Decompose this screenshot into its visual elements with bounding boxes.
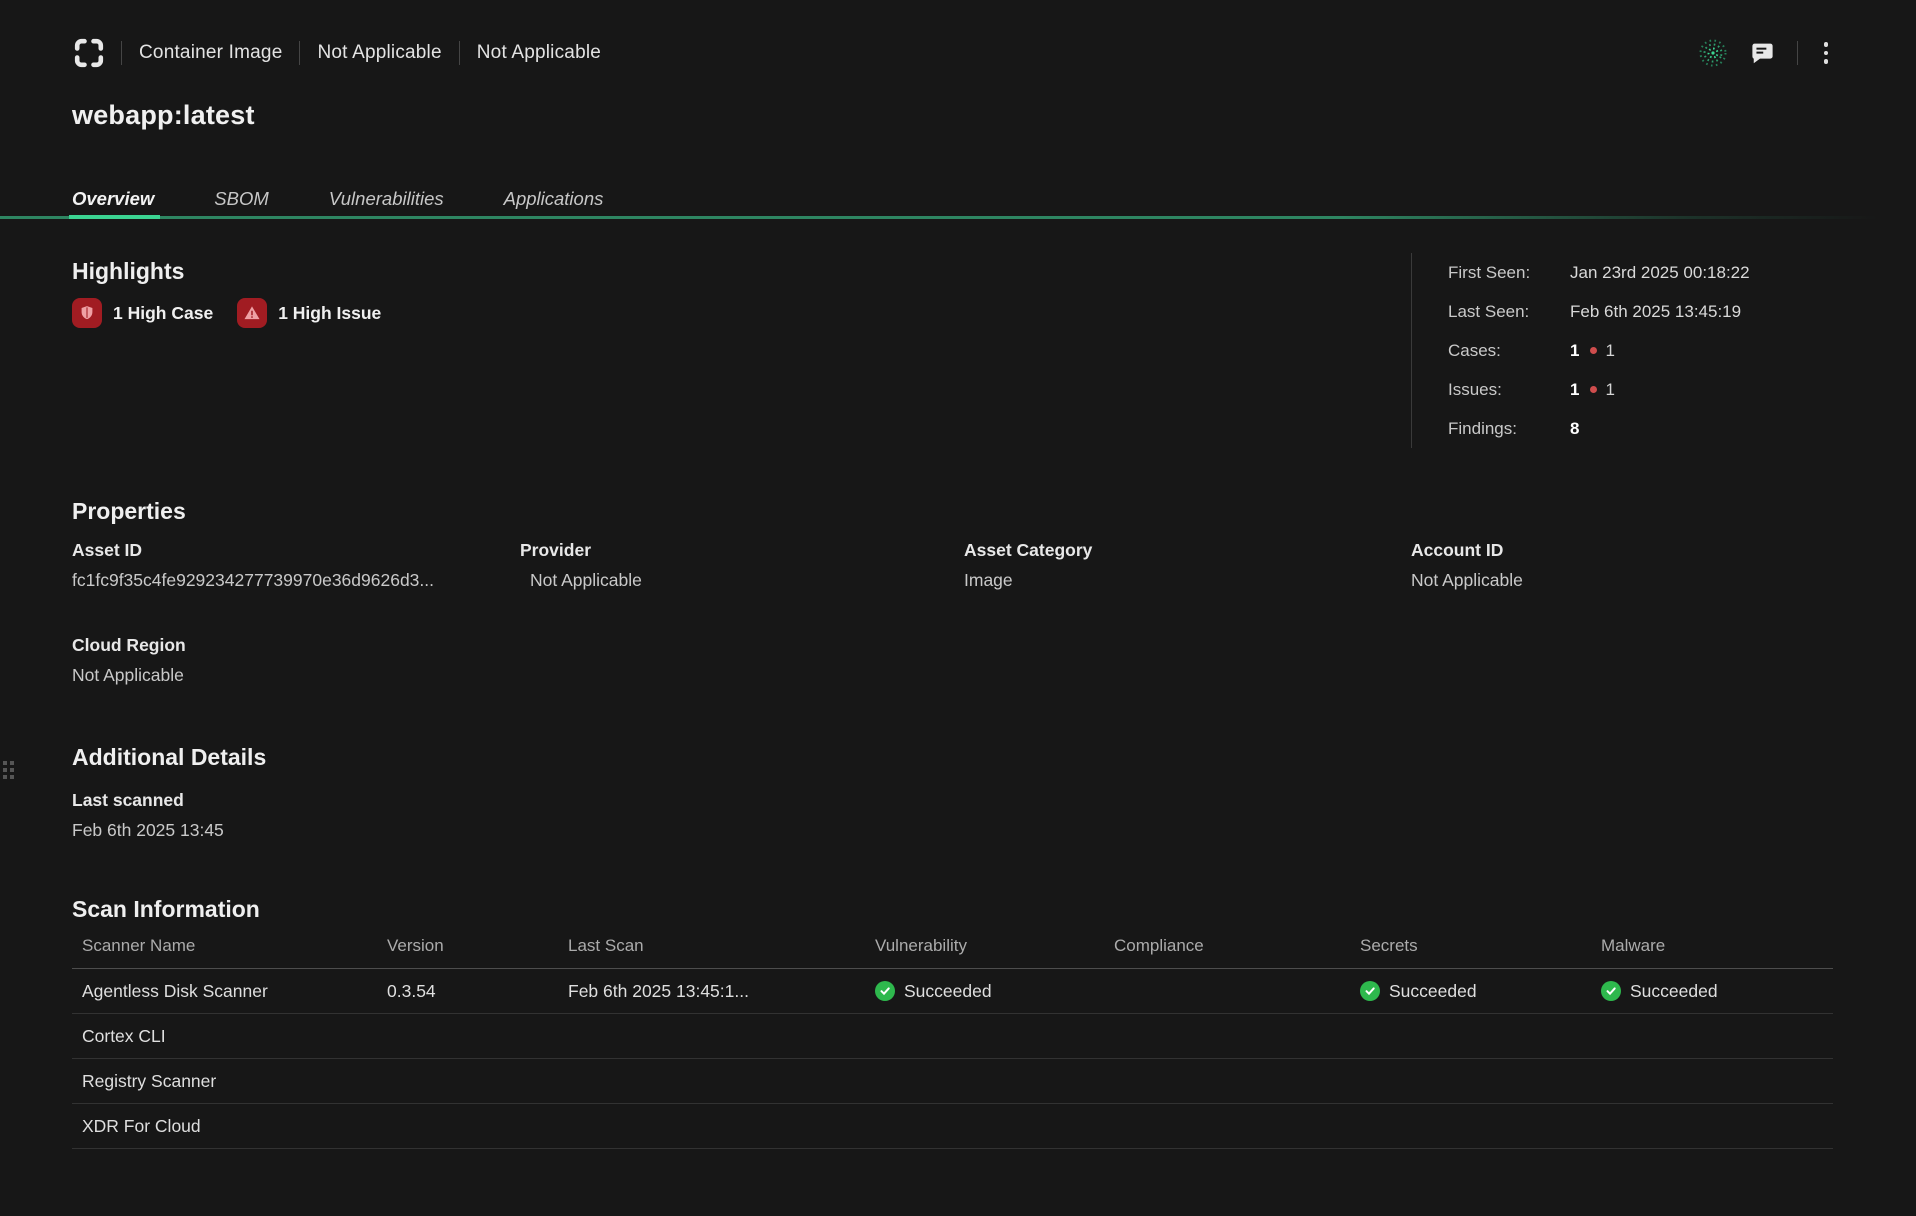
- asset-id-value: fc1fc9f35c4fe929234277739970e36d9626d3..…: [72, 570, 520, 591]
- success-check-icon: [875, 981, 895, 1001]
- first-seen-value: Jan 23rd 2025 00:18:22: [1570, 263, 1750, 283]
- last-seen-label: Last Seen:: [1448, 302, 1570, 322]
- asset-id-label: Asset ID: [72, 540, 520, 561]
- findings-count: 8: [1570, 419, 1579, 439]
- table-row[interactable]: Agentless Disk Scanner 0.3.54 Feb 6th 20…: [72, 969, 1833, 1014]
- tab-bar: Overview SBOM Vulnerabilities Applicatio…: [0, 178, 1916, 219]
- status-label: Succeeded: [904, 981, 992, 1002]
- scanner-name-cell: Cortex CLI: [72, 1014, 377, 1059]
- top-bar: Container Image Not Applicable Not Appli…: [0, 0, 1916, 106]
- provider-value: Not Applicable: [520, 570, 964, 591]
- topbar-actions: [1696, 36, 1833, 70]
- compliance-status-cell: [1104, 969, 1350, 1014]
- issues-high-count: 1: [1605, 380, 1614, 400]
- divider: [121, 41, 122, 65]
- highlights-heading: Highlights: [72, 256, 184, 286]
- tab-applications[interactable]: Applications: [504, 178, 604, 219]
- ai-copilot-icon[interactable]: [1696, 36, 1730, 70]
- property-asset-id: Asset ID fc1fc9f35c4fe929234277739970e36…: [72, 540, 520, 591]
- table-row[interactable]: XDR For Cloud: [72, 1104, 1833, 1149]
- scan-information-table: Scanner Name Version Last Scan Vulnerabi…: [72, 936, 1833, 1149]
- findings-label: Findings:: [1448, 419, 1570, 439]
- secrets-status-cell: Succeeded: [1350, 969, 1591, 1014]
- properties-heading: Properties: [72, 496, 186, 526]
- asset-summary-panel: First Seen: Jan 23rd 2025 00:18:22 Last …: [1411, 253, 1750, 448]
- property-cloud-region: Cloud Region Not Applicable: [72, 635, 520, 686]
- col-secrets: Secrets: [1350, 936, 1591, 969]
- high-case-badge[interactable]: 1 High Case: [72, 298, 213, 328]
- success-check-icon: [1360, 981, 1380, 1001]
- asset-category-value: Image: [964, 570, 1411, 591]
- col-last-scan: Last Scan: [558, 936, 865, 969]
- breadcrumb-item: Not Applicable: [317, 42, 441, 64]
- high-issue-badge[interactable]: 1 High Issue: [237, 298, 381, 328]
- success-check-icon: [1601, 981, 1621, 1001]
- malware-status-cell: Succeeded: [1591, 969, 1833, 1014]
- last-scanned-value: Feb 6th 2025 13:45: [72, 820, 266, 841]
- property-asset-category: Asset Category Image: [964, 540, 1411, 591]
- table-row[interactable]: Registry Scanner: [72, 1059, 1833, 1104]
- properties-grid: Asset ID fc1fc9f35c4fe929234277739970e36…: [72, 540, 1833, 686]
- col-version: Version: [377, 936, 558, 969]
- last-scanned-label: Last scanned: [72, 790, 266, 811]
- last-seen-value: Feb 6th 2025 13:45:19: [1570, 302, 1741, 322]
- asset-category-label: Asset Category: [964, 540, 1411, 561]
- first-seen-row: First Seen: Jan 23rd 2025 00:18:22: [1448, 253, 1750, 292]
- cases-high-count: 1: [1605, 341, 1614, 361]
- col-malware: Malware: [1591, 936, 1833, 969]
- divider: [459, 41, 460, 65]
- issues-row: Issues: 1 1: [1448, 370, 1750, 409]
- status-label: Succeeded: [1630, 981, 1718, 1002]
- high-case-label: 1 High Case: [113, 303, 213, 324]
- last-seen-row: Last Seen: Feb 6th 2025 13:45:19: [1448, 292, 1750, 331]
- panel-drag-handle[interactable]: [3, 761, 14, 779]
- status-label: Succeeded: [1389, 981, 1477, 1002]
- cases-label: Cases:: [1448, 341, 1570, 361]
- highlight-badges: 1 High Case 1 High Issue: [72, 298, 381, 328]
- case-shield-icon: [72, 298, 102, 328]
- page-title: webapp:latest: [72, 96, 255, 134]
- scanner-name-cell: Agentless Disk Scanner: [72, 969, 377, 1014]
- cases-count: 1: [1570, 341, 1579, 361]
- version-cell: 0.3.54: [377, 969, 558, 1014]
- scanner-name-cell: Registry Scanner: [72, 1059, 377, 1104]
- provider-label: Provider: [520, 540, 964, 561]
- issues-count: 1: [1570, 380, 1579, 400]
- breadcrumb-asset-type: Container Image: [139, 42, 282, 64]
- kebab-menu-icon[interactable]: [1820, 38, 1833, 68]
- additional-details-heading: Additional Details: [72, 742, 266, 772]
- issues-label: Issues:: [1448, 380, 1570, 400]
- col-vulnerability: Vulnerability: [865, 936, 1104, 969]
- additional-details-section: Additional Details Last scanned Feb 6th …: [72, 742, 266, 841]
- divider: [1797, 41, 1798, 65]
- scanner-name-cell: XDR For Cloud: [72, 1104, 377, 1149]
- cases-row: Cases: 1 1: [1448, 331, 1750, 370]
- scan-information-heading: Scan Information: [72, 894, 260, 924]
- property-provider: Provider Not Applicable: [520, 540, 964, 591]
- last-scan-cell: Feb 6th 2025 13:45:1...: [558, 969, 865, 1014]
- first-seen-label: First Seen:: [1448, 263, 1570, 283]
- chat-feedback-icon[interactable]: [1750, 41, 1775, 66]
- property-account-id: Account ID Not Applicable: [1411, 540, 1833, 591]
- tab-overview[interactable]: Overview: [72, 178, 154, 219]
- issue-warning-icon: [237, 298, 267, 328]
- tab-vulnerabilities[interactable]: Vulnerabilities: [329, 178, 444, 219]
- col-compliance: Compliance: [1104, 936, 1350, 969]
- findings-row: Findings: 8: [1448, 409, 1750, 448]
- tab-sbom[interactable]: SBOM: [214, 178, 268, 219]
- breadcrumb-item: Not Applicable: [477, 42, 601, 64]
- table-row[interactable]: Cortex CLI: [72, 1014, 1833, 1059]
- table-header-row: Scanner Name Version Last Scan Vulnerabi…: [72, 936, 1833, 969]
- account-id-value: Not Applicable: [1411, 570, 1833, 591]
- cloud-region-label: Cloud Region: [72, 635, 520, 656]
- divider: [299, 41, 300, 65]
- container-image-icon: [74, 38, 104, 68]
- vulnerability-status-cell: Succeeded: [865, 969, 1104, 1014]
- account-id-label: Account ID: [1411, 540, 1833, 561]
- severity-dot-icon: [1590, 347, 1597, 354]
- severity-dot-icon: [1590, 386, 1597, 393]
- col-scanner-name: Scanner Name: [72, 936, 377, 969]
- cloud-region-value: Not Applicable: [72, 665, 520, 686]
- high-issue-label: 1 High Issue: [278, 303, 381, 324]
